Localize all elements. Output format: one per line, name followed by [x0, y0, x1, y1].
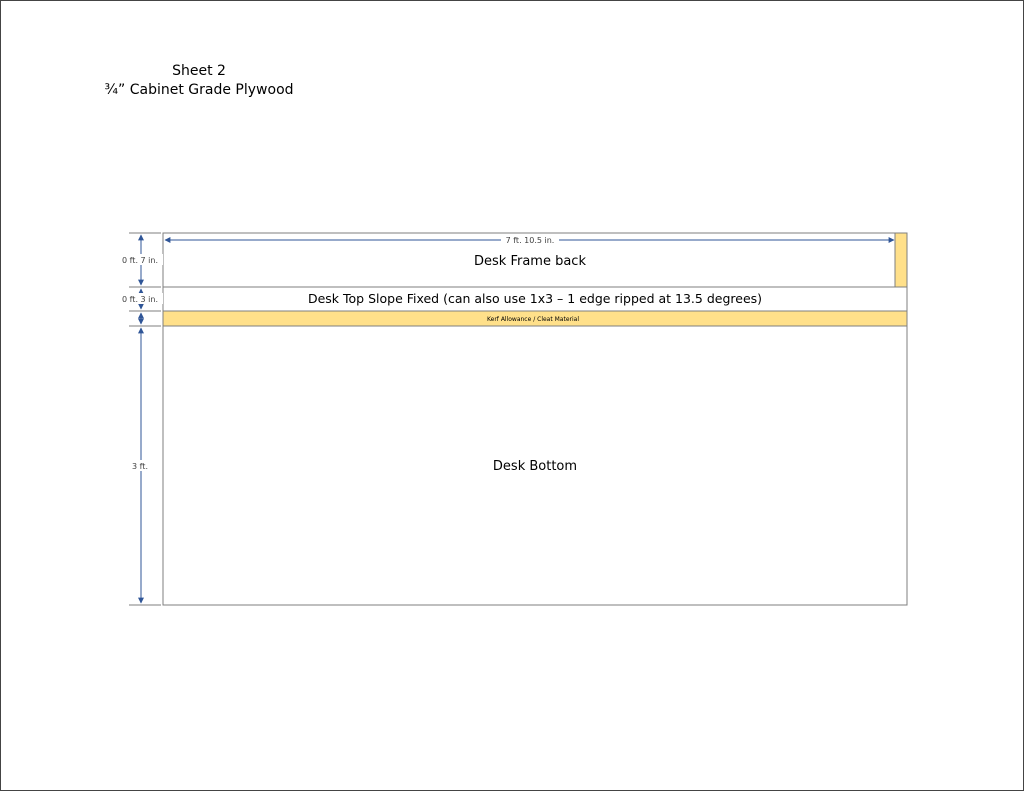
drawing-sheet: Sheet 2 ¾” Cabinet Grade Plywood 7 ft. 1… — [0, 0, 1024, 791]
frame-back-height-label: 0 ft. 7 in. — [122, 256, 158, 265]
slope-label: Desk Top Slope Fixed (can also use 1x3 –… — [308, 291, 762, 306]
cut-layout-diagram: 7 ft. 10.5 in. 0 ft. 7 in. 0 ft. 3 in. 3… — [117, 232, 908, 606]
kerf-label: Kerf Allowance / Cleat Material — [487, 316, 579, 323]
bottom-label: Desk Bottom — [493, 459, 577, 474]
width-dimension-label: 7 ft. 10.5 in. — [506, 236, 555, 245]
bottom-height-label: 3 ft. — [132, 462, 148, 471]
slope-height-label: 0 ft. 3 in. — [122, 295, 158, 304]
frame-back-offcut — [894, 232, 908, 288]
frame-back-label: Desk Frame back — [474, 254, 586, 269]
